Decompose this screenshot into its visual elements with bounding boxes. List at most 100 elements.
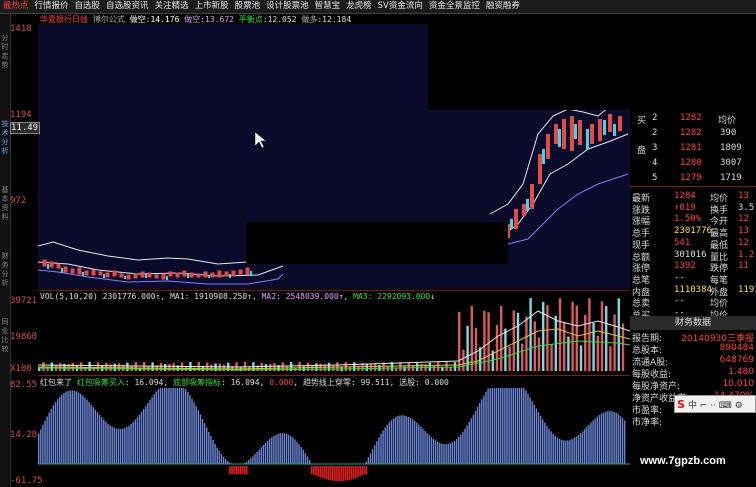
indicator-bar xyxy=(302,449,304,464)
indicator-bar xyxy=(264,442,267,464)
tab-financial[interactable]: 财务分析 xyxy=(0,252,10,288)
volume-bar xyxy=(579,345,583,371)
indicator-title[interactable]: 红包来了 xyxy=(40,378,72,387)
indicator-bar xyxy=(539,415,542,464)
indicator-negative-bar xyxy=(334,466,336,482)
indicator-bar xyxy=(164,388,166,464)
order-volume: 390 xyxy=(720,128,737,138)
finance-title[interactable]: 财务数据 xyxy=(630,316,756,330)
indicator-bar xyxy=(508,388,510,464)
indicator-name[interactable]: 博尔公式 xyxy=(93,15,125,24)
tab-intraday[interactable]: 分时走势 xyxy=(0,34,10,70)
indicator-bar xyxy=(107,423,109,464)
indicator-bar xyxy=(476,406,479,464)
indicator-bar xyxy=(73,390,76,464)
indicator-bar xyxy=(77,392,80,464)
volume-bar xyxy=(449,367,452,371)
menu-featured[interactable]: 关注精选 xyxy=(152,0,192,13)
tab-char: 分 xyxy=(1,34,9,42)
zero-value: 0.000 xyxy=(269,378,294,387)
menu-quotes[interactable]: 行情报价 xyxy=(32,0,72,13)
menu-hot[interactable]: 最热点 xyxy=(0,0,32,13)
indicator-bar xyxy=(472,414,475,464)
indicator-bar xyxy=(390,420,393,464)
indicator-bar xyxy=(285,433,288,464)
indicator-bar xyxy=(174,388,176,464)
indicator-negative-bar xyxy=(329,466,332,481)
buy-value: 16.094 xyxy=(134,378,164,387)
menu-ipo[interactable]: 上市新股 xyxy=(192,0,232,13)
vol-axis-mid: 19860 xyxy=(10,332,38,342)
order-row[interactable]: 盘 3 1281 1809 xyxy=(630,142,756,156)
menu-stock-pool[interactable]: 股票池 xyxy=(232,0,264,13)
menu-watchlist-news[interactable]: 自选股资讯 xyxy=(103,0,152,13)
order-price: 1280 xyxy=(680,158,702,168)
menu-margin[interactable]: 融资融券 xyxy=(483,0,523,13)
menu-fund-monitor[interactable]: 资金全景监控 xyxy=(426,0,483,13)
volume-bar xyxy=(105,362,108,371)
indicator-bar xyxy=(605,411,607,464)
volume-bar xyxy=(437,362,440,371)
indicator-bar xyxy=(151,397,153,464)
menu-smart[interactable]: 智慧宝 xyxy=(312,0,344,13)
indicator-bar xyxy=(609,411,611,464)
volume-bar xyxy=(563,322,566,371)
indicator-bar xyxy=(96,412,99,464)
indicator-bar xyxy=(273,435,275,464)
indicator-bar xyxy=(611,411,613,464)
volume-bar xyxy=(42,362,45,371)
tab-char: 较 xyxy=(1,345,9,353)
indicator-bar xyxy=(384,427,386,464)
indicator-bar xyxy=(458,436,460,464)
finance-row: 每股收益: 1.480 xyxy=(630,367,756,380)
indicator-bar xyxy=(537,412,540,464)
ind-value: 16.094 xyxy=(230,378,260,387)
order-row[interactable]: 买 2 1282 均价 xyxy=(630,112,756,126)
indicator-bar xyxy=(392,418,395,464)
indicator-bar xyxy=(271,437,273,464)
volume-bar xyxy=(550,344,553,371)
finance-value: 1.480 xyxy=(728,367,754,377)
indicator-bar xyxy=(71,390,73,464)
indicator-bar xyxy=(82,395,84,464)
indicator-negative-bar xyxy=(342,466,345,482)
menu-watchlist[interactable]: 自选股 xyxy=(72,0,104,13)
indicator-negative-bar xyxy=(323,466,326,479)
tab-peer[interactable]: 同业比较 xyxy=(0,318,10,354)
indicator-negative-bar xyxy=(245,466,248,475)
indicator-negative-bar xyxy=(321,466,324,479)
tab-char: 料 xyxy=(1,213,9,221)
order-row[interactable]: 4 1280 3007 xyxy=(630,157,756,171)
indicator-bar xyxy=(281,433,283,464)
indicator-bar xyxy=(199,414,202,464)
volume-bar xyxy=(474,327,478,371)
indicator-negative-bar xyxy=(363,466,366,475)
indicator-bar xyxy=(581,431,584,464)
order-row[interactable]: 2 1282 390 xyxy=(630,127,756,141)
indicator-bar xyxy=(567,440,569,464)
tab-technical[interactable]: 技术分析 xyxy=(0,120,10,156)
order-row[interactable]: 5 1279 1719 xyxy=(630,172,756,186)
indicator-bar xyxy=(432,438,435,464)
volume-bar xyxy=(369,363,373,371)
indicator-bar xyxy=(563,440,565,464)
quote-value: 301016 xyxy=(674,249,707,260)
indicator-bar xyxy=(623,420,626,464)
indicator-bar xyxy=(598,415,601,464)
input-method-bar[interactable]: S 中 ⌐ ·· ⌨ ⚙ xyxy=(674,395,756,413)
indicator-bar xyxy=(514,388,517,464)
indicator-bar xyxy=(451,442,454,464)
balance-label: 平衡点 xyxy=(238,15,263,24)
tab-char: 析 xyxy=(1,279,9,287)
indicator-bar xyxy=(380,433,382,464)
volume-bar xyxy=(445,362,448,371)
indicator-bar xyxy=(248,460,250,464)
tab-fundamental[interactable]: 基本资料 xyxy=(0,186,10,222)
menu-sv-flow[interactable]: SV资金流向 xyxy=(375,0,426,13)
menu-design-pool[interactable]: 设计股票池 xyxy=(263,0,312,13)
trend-label: 趋势线上穿零 xyxy=(302,378,351,387)
indicator-bar xyxy=(525,390,527,464)
indicator-bar xyxy=(61,394,63,464)
indicator-negative-bar xyxy=(353,466,355,479)
menu-dragon-tiger[interactable]: 龙虎榜 xyxy=(343,0,375,13)
